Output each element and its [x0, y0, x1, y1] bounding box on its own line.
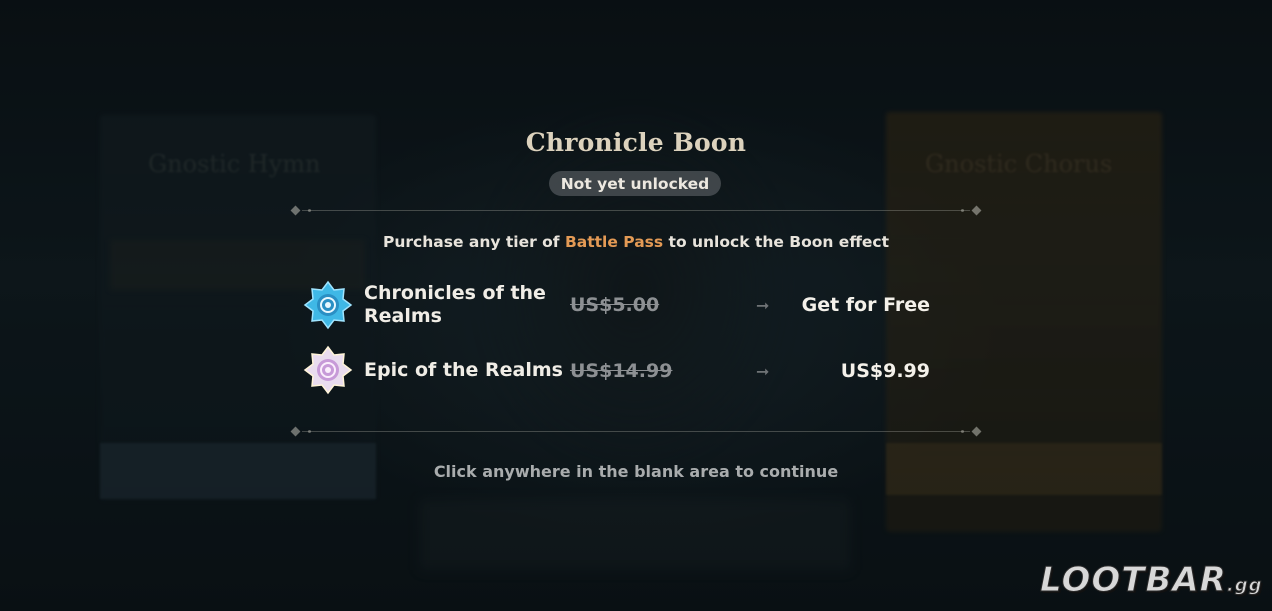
discounted-price: Get for Free — [801, 294, 930, 316]
watermark-suffix: .gg — [1226, 575, 1263, 597]
bottom-divider — [288, 425, 984, 439]
tier-name: Epic of the Realms — [364, 359, 563, 381]
arrow-right-icon: ➞ — [756, 296, 770, 315]
original-price: US$5.00 — [570, 294, 660, 316]
tier-name: Chronicles of the Realms — [364, 282, 546, 328]
original-price: US$14.99 — [570, 360, 673, 382]
purchase-prefix: Purchase any tier of — [383, 233, 560, 251]
blue-star-badge-icon — [303, 280, 353, 330]
status-badge: Not yet unlocked — [549, 171, 721, 196]
discounted-price: US$9.99 — [840, 360, 930, 382]
battle-pass-highlight: Battle Pass — [564, 233, 664, 251]
dialog-title: Chronicle Boon — [525, 128, 747, 157]
chronicle-boon-dialog[interactable]: Chronicle Boon Not yet unlocked Purchase… — [0, 0, 1272, 611]
purchase-instruction: Purchase any tier of Battle Pass to unlo… — [0, 233, 1272, 251]
purchase-suffix: to unlock the Boon effect — [668, 233, 889, 251]
tier-row-epic: Epic of the Realms US$14.99 ➞ US$9.99 — [303, 344, 943, 400]
continue-hint: Click anywhere in the blank area to cont… — [433, 462, 839, 481]
pink-star-badge-icon — [303, 345, 353, 395]
tier-name-line1: Chronicles of the — [364, 282, 546, 304]
tier-row-chronicles: Chronicles of the Realms US$5.00 ➞ Get f… — [303, 278, 943, 334]
watermark-brand: LOOTBAR — [1040, 560, 1227, 601]
tier-name-line2: Realms — [364, 305, 442, 327]
top-divider — [288, 204, 984, 218]
lootbar-watermark-logo: LOOTBAR.gg — [1040, 560, 1263, 601]
arrow-right-icon: ➞ — [756, 362, 770, 381]
